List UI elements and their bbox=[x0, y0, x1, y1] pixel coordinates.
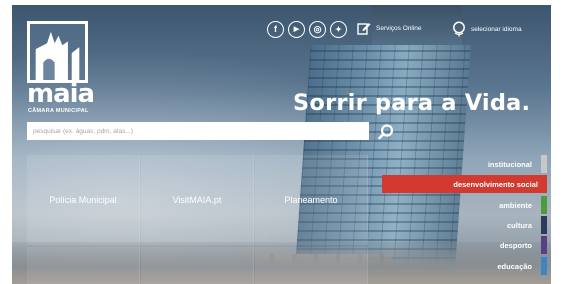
category-label: desenvolvimento social bbox=[453, 179, 538, 189]
category-label: ambiente bbox=[499, 200, 532, 210]
category-ambiente[interactable]: ambiente bbox=[392, 196, 541, 214]
twitter-icon[interactable]: ✦ bbox=[330, 21, 347, 38]
globe-icon bbox=[453, 21, 465, 37]
tile-row2-1[interactable] bbox=[27, 247, 140, 284]
tile-planeamento[interactable]: Planeamento bbox=[255, 155, 368, 245]
category-label: cultura bbox=[506, 220, 532, 230]
hero-tagline: Sorrir para a Vida. bbox=[293, 90, 531, 116]
category-label: desporto bbox=[499, 240, 532, 250]
facebook-icon[interactable]: f bbox=[267, 21, 284, 38]
logo-wordmark: maia bbox=[27, 79, 95, 109]
search-button[interactable] bbox=[377, 123, 395, 141]
logo-subtitle: CÂMARA MUNICIPAL bbox=[28, 108, 89, 114]
category-desporto[interactable]: desporto bbox=[392, 236, 541, 254]
tile-row2-2[interactable] bbox=[141, 247, 254, 284]
youtube-icon[interactable]: ▶ bbox=[288, 21, 305, 38]
instagram-icon[interactable]: ◎ bbox=[309, 21, 326, 38]
language-selector[interactable]: selecionar idioma bbox=[452, 21, 522, 37]
tile-visitmaia[interactable]: VisitMAIA.pt bbox=[141, 155, 254, 245]
category-cultura[interactable]: cultura bbox=[392, 216, 541, 234]
tile-label: VisitMAIA.pt bbox=[172, 195, 222, 205]
online-services-label: Serviços Online bbox=[376, 24, 422, 32]
logo-mark-icon bbox=[27, 21, 88, 83]
category-color-bar bbox=[541, 196, 547, 214]
category-educacao[interactable]: educação bbox=[392, 257, 541, 275]
search-input[interactable] bbox=[27, 122, 369, 140]
maia-logo[interactable]: maia CÂMARA MUNICIPAL bbox=[27, 21, 95, 116]
category-color-bar bbox=[541, 257, 547, 275]
category-color-bar bbox=[541, 155, 547, 173]
tile-label: Polícia Municipal bbox=[49, 195, 117, 205]
hero-background: maia CÂMARA MUNICIPAL f ▶ ◎ ✦ Serviços O… bbox=[12, 5, 551, 284]
search-icon bbox=[378, 124, 394, 140]
category-label: institucional bbox=[487, 159, 532, 169]
category-institucional[interactable]: institucional bbox=[392, 155, 541, 173]
category-color-bar bbox=[541, 236, 547, 254]
category-label: educação bbox=[497, 261, 532, 271]
social-links: f ▶ ◎ ✦ bbox=[267, 21, 347, 38]
tile-label: Planeamento bbox=[284, 195, 338, 205]
category-desenvolvimento-social[interactable]: desenvolvimento social bbox=[382, 175, 547, 193]
language-label: selecionar idioma bbox=[471, 25, 522, 33]
edit-document-icon bbox=[357, 23, 371, 35]
tile-policia-municipal[interactable]: Polícia Municipal bbox=[27, 155, 140, 245]
online-services-link[interactable]: Serviços Online bbox=[357, 21, 422, 35]
tile-row2-3[interactable] bbox=[255, 247, 368, 284]
category-color-bar bbox=[541, 216, 547, 234]
